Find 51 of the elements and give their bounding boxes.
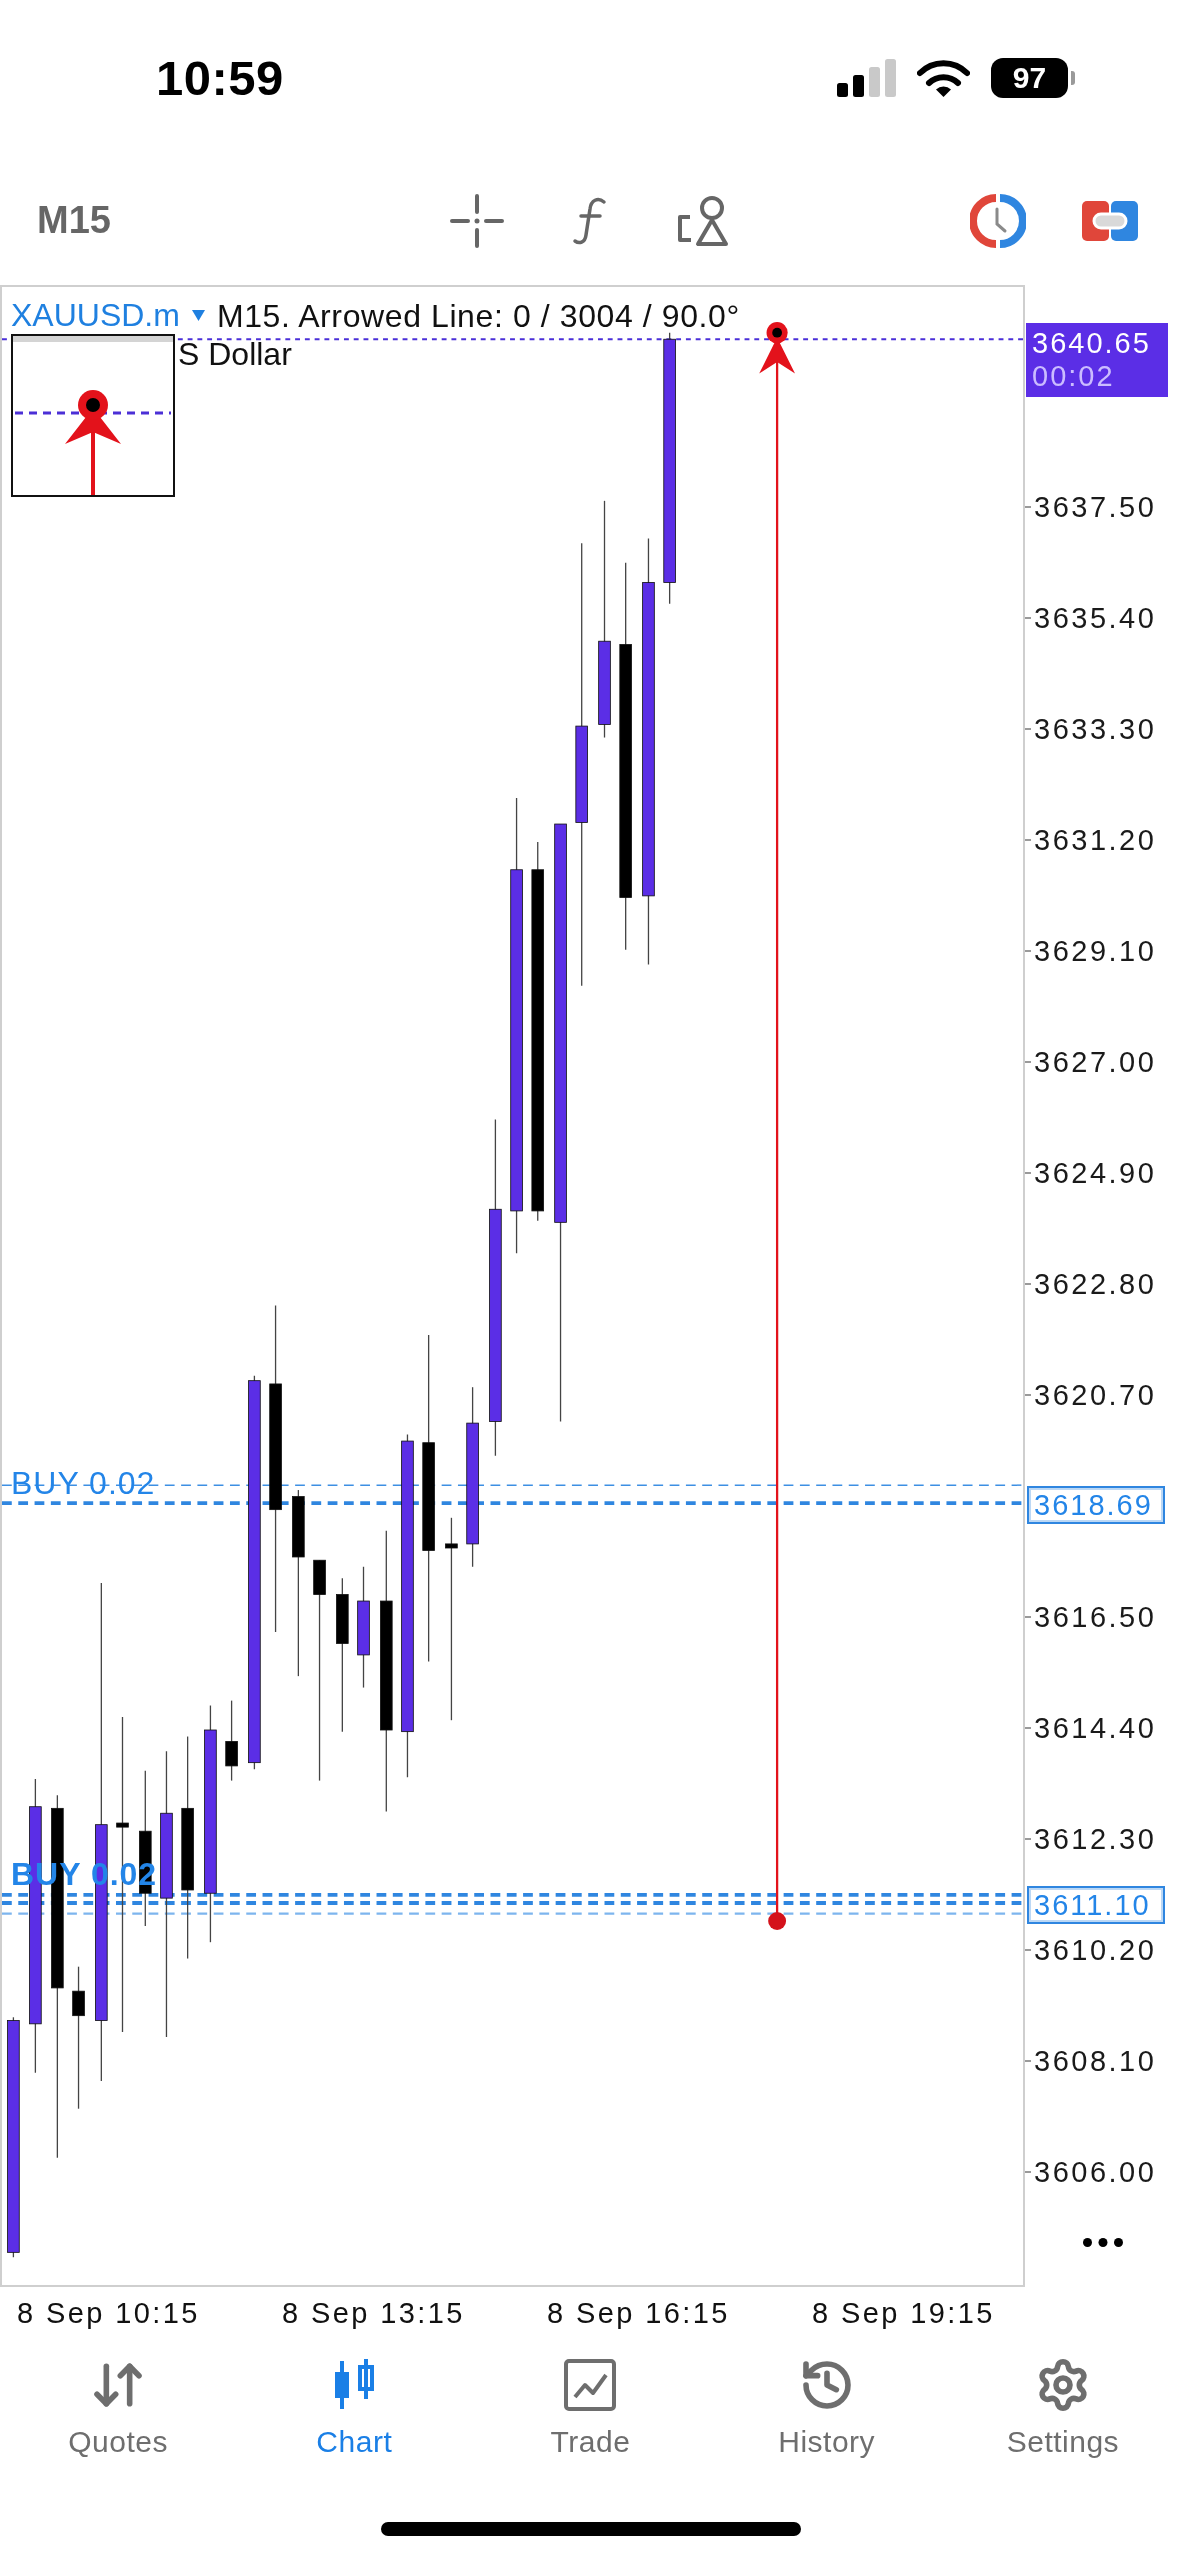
line-chart-icon (562, 2357, 619, 2413)
caret-icon[interactable] (191, 310, 205, 321)
function-icon (571, 195, 608, 246)
clock-button[interactable] (970, 192, 1026, 249)
time-label: 8 Sep 19:15 (812, 2297, 995, 2329)
price-label: 3620.70 (1034, 1379, 1157, 1412)
clock-icon (970, 192, 1026, 249)
price-label: 3624.90 (1034, 1157, 1157, 1190)
function-button[interactable] (571, 195, 608, 246)
more-icon[interactable] (1083, 2238, 1123, 2247)
price-label: 3614.40 (1034, 1712, 1157, 1745)
nav-tab[interactable]: Chart (236, 2340, 473, 2490)
symbol-button[interactable]: XAUUSD.m (11, 297, 180, 334)
time-label: 8 Sep 16:15 (547, 2297, 730, 2329)
price-label: 3610.20 (1034, 1934, 1157, 1967)
price-label: 3627.00 (1034, 1046, 1157, 1079)
price-label: 3633.30 (1034, 713, 1157, 746)
price-label: 3631.20 (1034, 824, 1157, 857)
crosshair-icon (449, 193, 504, 248)
time-label: 8 Sep 10:15 (17, 2297, 200, 2329)
price-label: 3612.30 (1034, 1823, 1157, 1856)
price-label: 3606.00 (1034, 2156, 1157, 2189)
signal-icon (837, 59, 896, 97)
price-label: 3629.10 (1034, 935, 1157, 968)
order-price-tag: 3611.10 (1027, 1886, 1165, 1924)
arrowed-line[interactable] (759, 322, 796, 1930)
nav-tab[interactable]: History (708, 2340, 945, 2490)
toggle-button[interactable] (1082, 200, 1138, 241)
order-price-tag: 3618.69 (1027, 1486, 1165, 1524)
crosshair-button[interactable] (449, 193, 504, 248)
nav-tab[interactable]: Trade (472, 2340, 709, 2490)
price-label: 3622.80 (1034, 1268, 1157, 1301)
bid-price: 3640.65 (1032, 327, 1152, 360)
shapes-icon (676, 194, 729, 247)
status-time: 10:59 (156, 50, 284, 106)
shapes-button[interactable] (676, 194, 729, 247)
nav-tab[interactable]: Quotes (0, 2340, 237, 2490)
bar-countdown: 00:02 (1032, 360, 1116, 393)
order-label: BUY 0.02 (11, 1466, 156, 1500)
price-label: 3616.50 (1034, 1601, 1157, 1634)
chart-info: M15. Arrowed Line: 0 / 3004 / 90.0° (216, 297, 740, 334)
battery-indicator: 97 (991, 58, 1075, 98)
symbol-description: S Dollar (178, 336, 292, 372)
price-label: 3637.50 (1034, 491, 1157, 524)
time-label: 8 Sep 13:15 (282, 2297, 465, 2329)
wifi-icon (917, 59, 970, 97)
price-label: 3608.10 (1034, 2045, 1157, 2078)
nav-tab[interactable]: Settings (944, 2340, 1181, 2490)
timeframe-button[interactable]: M15 (37, 199, 111, 242)
price-label: 3635.40 (1034, 602, 1157, 635)
toggle-icon (1082, 200, 1138, 241)
